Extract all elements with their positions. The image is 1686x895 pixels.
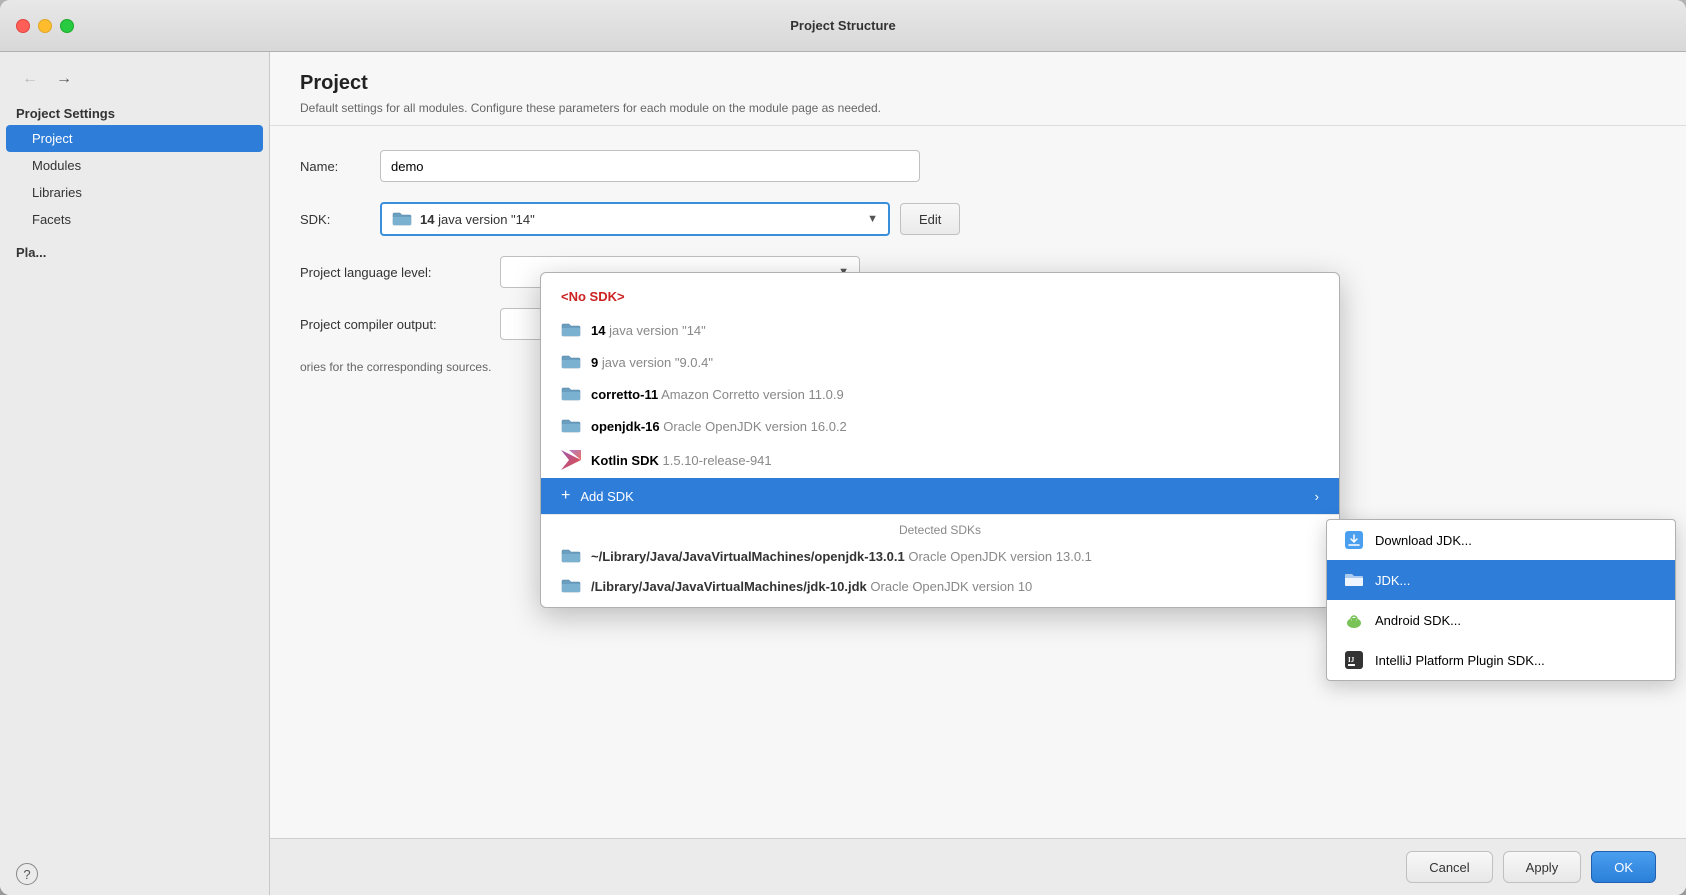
name-row: Name: — [300, 150, 1656, 182]
add-sdk-left: + Add SDK — [561, 487, 634, 505]
cancel-button[interactable]: Cancel — [1406, 851, 1492, 883]
sidebar-item-modules[interactable]: Modules — [0, 152, 269, 179]
folder-icon-java9 — [561, 354, 581, 370]
maximize-button[interactable] — [60, 19, 74, 33]
intellij-sdk-icon: IJ — [1343, 649, 1365, 671]
sdk-popup: <No SDK> 14 java version "14" — [540, 272, 1340, 608]
folder-icon-java14 — [561, 322, 581, 338]
help-button[interactable]: ? — [16, 863, 38, 885]
detected-sdk-jdk10[interactable]: /Library/Java/JavaVirtualMachines/jdk-10… — [541, 571, 1339, 601]
titlebar: Project Structure — [0, 0, 1686, 52]
apply-button[interactable]: Apply — [1503, 851, 1582, 883]
name-label: Name: — [300, 159, 380, 174]
sdk-openjdk16-name: openjdk-16 Oracle OpenJDK version 16.0.2 — [591, 419, 847, 434]
name-input[interactable] — [380, 150, 920, 182]
sdk-edit-button[interactable]: Edit — [900, 203, 960, 235]
forward-button[interactable]: → — [50, 68, 78, 90]
submenu-intellij-sdk[interactable]: IJ IntelliJ Platform Plugin SDK... — [1327, 640, 1675, 680]
add-sdk-plus-icon: + — [561, 487, 570, 505]
sdk-kotlin-name: Kotlin SDK 1.5.10-release-941 — [591, 453, 772, 468]
kotlin-icon — [561, 450, 581, 470]
back-button[interactable]: ← — [16, 68, 44, 90]
window-title: Project Structure — [790, 18, 895, 33]
sdk-option-java14[interactable]: 14 java version "14" — [541, 314, 1339, 346]
sdk-label: SDK: — [300, 212, 380, 227]
android-sdk-icon — [1343, 609, 1365, 631]
dropdown-arrow-icon: ▼ — [867, 213, 878, 225]
download-jdk-label: Download JDK... — [1375, 533, 1472, 548]
folder-icon-detected2 — [561, 578, 581, 594]
sdk-corretto11-name: corretto-11 Amazon Corretto version 11.0… — [591, 387, 844, 402]
folder-icon-corretto11 — [561, 386, 581, 402]
sdk-option-java9[interactable]: 9 java version "9.0.4" — [541, 346, 1339, 378]
language-level-label: Project language level: — [300, 265, 500, 280]
add-sdk-submenu: Download JDK... JDK... — [1326, 519, 1676, 681]
detected-sdk-openjdk13[interactable]: ~/Library/Java/JavaVirtualMachines/openj… — [541, 541, 1339, 571]
sdk-option-kotlin[interactable]: Kotlin SDK 1.5.10-release-941 — [541, 442, 1339, 478]
sidebar-nav: ← → Project Settings Project Modules Lib… — [0, 52, 269, 274]
sdk-no-sdk-option[interactable]: <No SDK> — [541, 279, 1339, 314]
project-settings-label: Project Settings — [0, 100, 269, 125]
platform-label: Pla... — [0, 233, 269, 264]
submenu-android-sdk[interactable]: Android SDK... — [1327, 600, 1675, 640]
jdk-label: JDK... — [1375, 573, 1410, 588]
minimize-button[interactable] — [38, 19, 52, 33]
svg-text:IJ: IJ — [1348, 656, 1355, 664]
detected-sdks-label: Detected SDKs — [541, 514, 1339, 541]
submenu-download-jdk[interactable]: Download JDK... — [1327, 520, 1675, 560]
main-content: ← → Project Settings Project Modules Lib… — [0, 52, 1686, 895]
sdk-dropdown[interactable]: 14 java version "14" ▼ — [380, 202, 890, 236]
detected-openjdk13-text: ~/Library/Java/JavaVirtualMachines/openj… — [591, 549, 1092, 564]
sidebar-bottom: ? — [0, 853, 269, 895]
sdk-dropdown-left: 14 java version "14" — [392, 211, 535, 227]
download-jdk-icon — [1343, 529, 1365, 551]
panel-header: Project Default settings for all modules… — [270, 52, 1686, 126]
sidebar-item-libraries[interactable]: Libraries — [0, 179, 269, 206]
sdk-selected-text: 14 java version "14" — [420, 212, 535, 227]
compiler-output-label: Project compiler output: — [300, 317, 500, 332]
intellij-sdk-label: IntelliJ Platform Plugin SDK... — [1375, 653, 1545, 668]
sdk-java9-name: 9 java version "9.0.4" — [591, 355, 713, 370]
sidebar-item-facets[interactable]: Facets — [0, 206, 269, 233]
sdk-row: SDK: 14 java version "14" — [300, 202, 1656, 236]
add-sdk-label: Add SDK — [580, 489, 633, 504]
sdk-option-corretto11[interactable]: corretto-11 Amazon Corretto version 11.0… — [541, 378, 1339, 410]
sdk-popup-list: <No SDK> 14 java version "14" — [541, 273, 1339, 607]
panel-description: Default settings for all modules. Config… — [300, 101, 1656, 115]
close-button[interactable] — [16, 19, 30, 33]
ok-button[interactable]: OK — [1591, 851, 1656, 883]
add-sdk-arrow-icon: › — [1315, 489, 1319, 504]
sidebar: ← → Project Settings Project Modules Lib… — [0, 52, 270, 895]
sdk-option-openjdk16[interactable]: openjdk-16 Oracle OpenJDK version 16.0.2 — [541, 410, 1339, 442]
sdk-dropdown-wrapper: 14 java version "14" ▼ Edit — [380, 202, 960, 236]
android-sdk-label: Android SDK... — [1375, 613, 1461, 628]
main-window: Project Structure ← → Project Settings P… — [0, 0, 1686, 895]
folder-icon-detected1 — [561, 548, 581, 564]
sdk-java14-name: 14 java version "14" — [591, 323, 706, 338]
bottom-bar: Cancel Apply OK — [270, 838, 1686, 895]
sidebar-item-project[interactable]: Project — [6, 125, 263, 152]
traffic-lights — [16, 19, 74, 33]
back-forward-row: ← → — [0, 62, 269, 100]
jdk-folder-icon — [1343, 569, 1365, 591]
add-sdk-row[interactable]: + Add SDK › — [541, 478, 1339, 514]
submenu-jdk[interactable]: JDK... — [1327, 560, 1675, 600]
detected-jdk10-text: /Library/Java/JavaVirtualMachines/jdk-10… — [591, 579, 1032, 594]
right-panel: Project Default settings for all modules… — [270, 52, 1686, 895]
panel-title: Project — [300, 72, 1656, 95]
folder-icon-openjdk16 — [561, 418, 581, 434]
folder-icon — [392, 211, 412, 227]
